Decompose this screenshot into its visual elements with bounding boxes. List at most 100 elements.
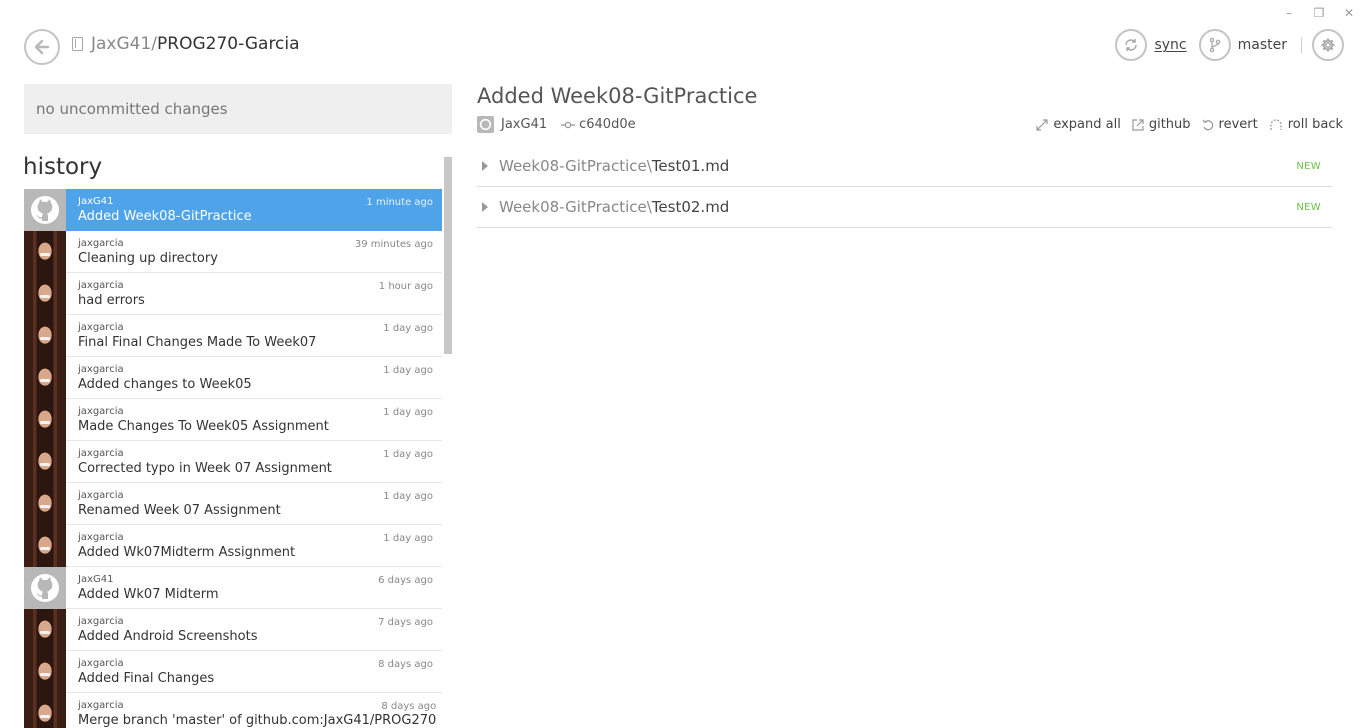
commit-message: Added Wk07 Midterm (78, 587, 219, 602)
commit-sha[interactable]: c640d0e (579, 117, 635, 132)
branch-label[interactable]: master (1238, 37, 1287, 53)
commit-author: jaxgarcia (78, 490, 124, 501)
history-item[interactable]: jaxgarcia Made Changes To Week05 Assignme… (24, 399, 442, 441)
roll-back-label: roll back (1287, 117, 1343, 132)
expand-all-button[interactable]: expand all (1036, 117, 1121, 132)
commit-author: jaxgarcia (78, 406, 124, 417)
expand-icon (1036, 118, 1048, 131)
author-avatar (24, 315, 66, 357)
history-item-meta: jaxgarcia Added Android Screenshots 7 days… (66, 609, 442, 650)
expand-triangle-icon[interactable] (482, 161, 488, 171)
roll-back-button[interactable]: roll back (1269, 117, 1343, 132)
history-item[interactable]: jaxgarcia Merge branch 'master' of github… (24, 693, 442, 728)
history-item-meta: jaxgarcia Cleaning up directory 39 minutes… (66, 231, 442, 272)
revert-button[interactable]: revert (1202, 117, 1258, 132)
github-octocat-avatar (24, 567, 66, 609)
sync-button[interactable] (1115, 29, 1148, 61)
branch-icon (1209, 37, 1220, 53)
external-link-icon (1132, 118, 1144, 131)
commit-time: 1 day ago (383, 365, 433, 376)
commit-message: Final Final Changes Made To Week07 (78, 335, 317, 350)
commit-message: Added Week08-GitPractice (78, 209, 252, 224)
history-item-meta: jaxgarcia Added changes to Week05 1 day ag… (66, 357, 442, 398)
github-label: github (1148, 117, 1191, 132)
history-item[interactable]: jaxgarcia Cleaning up directory 39 minutes… (24, 231, 442, 273)
history-item[interactable]: jaxgarcia Corrected typo in Week 07 Assig… (24, 441, 442, 483)
commit-message: Renamed Week 07 Assignment (78, 503, 281, 518)
commit-message: Merge branch 'master' of github.com:JaxG… (78, 713, 437, 728)
history-heading: history (23, 154, 103, 180)
file-name: Test01.md (651, 157, 730, 175)
commit-time: 1 day ago (383, 491, 433, 502)
history-item[interactable]: jaxgarcia Final Final Changes Made To Wee… (24, 315, 442, 357)
sync-label[interactable]: sync (1154, 37, 1186, 53)
toolbar-divider (1301, 37, 1302, 53)
commit-message: Made Changes To Week05 Assignment (78, 419, 329, 434)
history-item[interactable]: jaxgarcia Added Android Screenshots 7 days… (24, 609, 442, 651)
close-icon[interactable]: ✕ (1340, 4, 1358, 22)
file-name: Test02.md (651, 198, 730, 216)
history-item[interactable]: JaxG41 Added Wk07 Midterm 6 days ago (24, 567, 442, 609)
repo-name: PROG270-Garcia (157, 34, 300, 54)
minimize-icon[interactable]: – (1280, 4, 1298, 22)
uncommitted-changes-panel[interactable]: no uncommitted changes (24, 84, 452, 134)
gear-icon (1321, 38, 1335, 52)
history-item-meta: jaxgarcia Added Final Changes 8 days ago (66, 651, 442, 692)
file-status-badge: NEW (1296, 160, 1321, 172)
author-avatar (24, 483, 66, 525)
commit-time: 1 day ago (383, 407, 433, 418)
repo-icon (72, 37, 83, 51)
history-item[interactable]: jaxgarcia Added Final Changes 8 days ago (24, 651, 442, 693)
commit-author: jaxgarcia (78, 322, 124, 333)
author-avatar (24, 609, 66, 651)
commit-meta: JaxG41 c640d0e (477, 116, 636, 133)
commit-message: Added Wk07Midterm Assignment (78, 545, 296, 560)
settings-button[interactable] (1312, 29, 1344, 61)
branch-button[interactable] (1198, 29, 1231, 61)
revert-label: revert (1218, 117, 1258, 132)
back-arrow-icon (34, 39, 50, 55)
file-row[interactable]: Week08-GitPractice\Test01.md NEW (477, 146, 1333, 187)
sync-icon (1125, 39, 1138, 51)
history-item-meta: jaxgarcia Made Changes To Week05 Assignme… (66, 399, 442, 440)
changed-files-list: Week08-GitPractice\Test01.md NEW Week08-Gi… (477, 146, 1333, 228)
commit-author: jaxgarcia (78, 448, 124, 459)
roll-back-icon (1269, 118, 1283, 131)
history-scrollbar[interactable] (444, 157, 452, 354)
history-item-meta: jaxgarcia had errors 1 hour ago (66, 273, 442, 314)
uncommitted-label: no uncommitted changes (36, 100, 228, 118)
history-item[interactable]: JaxG41 Added Week08-GitPractice 1 minute a… (24, 189, 442, 231)
file-status-badge: NEW (1296, 201, 1321, 213)
commit-title: Added Week08-GitPractice (477, 84, 758, 108)
file-path: Week08-GitPractice\Test01.md (499, 157, 729, 175)
github-octocat-icon (31, 196, 59, 224)
history-item[interactable]: jaxgarcia Renamed Week 07 Assignment 1 day… (24, 483, 442, 525)
repo-owner[interactable]: JaxG41 (91, 34, 151, 54)
commit-time: 1 day ago (383, 449, 433, 460)
commit-author[interactable]: JaxG41 (501, 117, 547, 132)
history-item[interactable]: jaxgarcia Added Wk07Midterm Assignment 1 d… (24, 525, 442, 567)
author-avatar (24, 357, 66, 399)
file-dir: Week08-GitPractice\ (499, 157, 652, 175)
commit-time: 7 days ago (378, 617, 433, 628)
commit-actions: expand all github revert roll back (1025, 117, 1343, 132)
repo-breadcrumb: JaxG41 / PROG270-Garcia (72, 34, 300, 54)
back-button[interactable] (24, 29, 60, 65)
github-button[interactable]: github (1132, 117, 1191, 132)
history-item-meta: jaxgarcia Added Wk07Midterm Assignment 1 d… (66, 525, 442, 566)
commit-time: 6 days ago (378, 575, 433, 586)
commit-time: 1 hour ago (378, 281, 433, 292)
history-item-meta: JaxG41 Added Week08-GitPractice 1 minute a… (66, 189, 442, 230)
author-avatar (24, 399, 66, 441)
commit-time: 1 minute ago (366, 197, 433, 208)
history-item[interactable]: jaxgarcia had errors 1 hour ago (24, 273, 442, 315)
author-avatar (24, 525, 66, 567)
expand-triangle-icon[interactable] (482, 202, 488, 212)
author-avatar (477, 116, 494, 133)
history-item[interactable]: jaxgarcia Added changes to Week05 1 day ag… (24, 357, 442, 399)
expand-all-label: expand all (1053, 117, 1121, 132)
author-avatar (24, 441, 66, 483)
author-avatar (24, 693, 66, 728)
file-row[interactable]: Week08-GitPractice\Test02.md NEW (477, 187, 1333, 228)
restore-icon[interactable]: ❐ (1310, 4, 1328, 22)
